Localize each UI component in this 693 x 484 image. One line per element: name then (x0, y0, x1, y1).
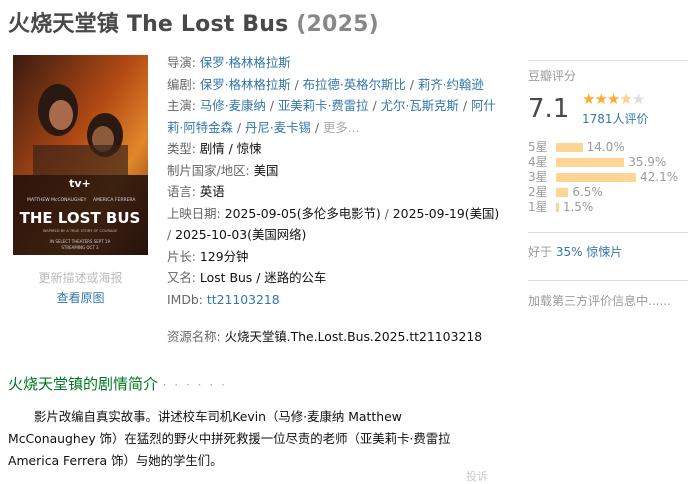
resource-row: 资源名称: 火烧天堂镇.The.Lost.Bus.2025.tt21103218 (167, 327, 482, 345)
movie-poster[interactable]: tv+ MATTHEW McCONAUGHEY AMERICA FERRERA … (13, 55, 148, 255)
better-than: 好于 35% 惊悚片 (528, 245, 623, 259)
language-label: 语言: (167, 184, 196, 199)
rating-divider (528, 60, 688, 61)
country-value: 美国 (253, 162, 279, 178)
cast-link[interactable]: 马修·麦康纳 (200, 98, 266, 113)
aka-row: 又名: Lost Bus / 迷路的公车 (167, 267, 507, 289)
release-date: 2025-10-03(美国网络) (175, 227, 307, 242)
cast-link[interactable]: 尤尔·瓦斯克斯 (381, 98, 459, 113)
imdb-label: IMDb: (167, 291, 203, 307)
runtime-row: 片长: 129分钟 (167, 246, 507, 268)
rating-bar-row: 3星 42.1% (528, 170, 679, 184)
cast-label: 主演: (167, 98, 196, 113)
release-row: 上映日期: 2025-09-05(多伦多电影节) / 2025-09-19(美国… (167, 205, 500, 243)
rating-bar (556, 158, 625, 167)
genre-label: 类型: (167, 141, 196, 156)
third-party-loading: 加载第三方评价信息中...... (528, 294, 671, 308)
genre-row: 类型: 剧情 / 惊悚 (167, 138, 507, 160)
genre-value: 剧情 / 惊悚 (199, 141, 262, 156)
rating-label: 豆瓣评分 (528, 69, 577, 83)
poster-brand: tv+ (69, 177, 91, 190)
rating-bar-row: 5星 14.0% (528, 140, 625, 154)
poster-release-2: STREAMING OCT 3 (61, 245, 99, 250)
writer-link[interactable]: 布拉德·英格尔斯比 (303, 77, 406, 92)
release-date: 2025-09-05(多伦多电影节) (224, 205, 381, 221)
rating-panel: 豆瓣评分 7.1 ★★★★★ 1781人评价 5星 14.0% 4星 35.9% 3… (528, 60, 688, 308)
rating-bar-row: 4星 35.9% (528, 155, 667, 169)
resource-label: 资源名称: (167, 329, 221, 344)
director-link[interactable]: 保罗·格林格拉斯 (200, 55, 291, 70)
resource-value: 火烧天堂镇.The.Lost.Bus.2025.tt21103218 (224, 329, 483, 344)
writer-label: 编剧: (167, 76, 196, 92)
aka-value: Lost Bus / 迷路的公车 (199, 270, 327, 285)
cast-link[interactable]: 亚美莉卡·费雷拉 (278, 98, 369, 113)
rating-bar-row: 1星 1.5% (528, 200, 594, 214)
rating-bar (556, 203, 559, 212)
release-date: 2025-09-19(美国) (392, 205, 500, 221)
rating-bar (556, 188, 569, 197)
rating-bar-row: 2星 6.5% (528, 185, 603, 199)
view-original-link[interactable]: 查看原图 (13, 288, 148, 308)
writer-link[interactable]: 莉齐·约翰逊 (418, 77, 484, 92)
runtime-value: 129分钟 (199, 248, 249, 264)
writer-row: 编剧: 保罗·格林格拉斯 / 布拉德·英格尔斯比 / 莉齐·约翰逊 (167, 76, 484, 92)
imdb-link[interactable]: tt21103218 (207, 292, 280, 307)
rating-score: 7.1 (528, 94, 570, 124)
rating-stars: ★★★★★ (582, 90, 645, 108)
language-row: 语言: 英语 (167, 181, 507, 203)
director-row: 导演: 保罗·格林格拉斯 (167, 52, 507, 74)
director-label: 导演: (167, 55, 196, 70)
movie-year: (2025) (296, 12, 379, 37)
star-empty-icon: ★ (631, 90, 645, 108)
poster-links: 更新描述或海报 查看原图 (13, 268, 148, 308)
summary-heading: 火烧天堂镇的剧情简介 · · · · · · (8, 375, 227, 393)
star-full-icon: ★★★ (582, 90, 620, 108)
page-title: 火烧天堂镇 The Lost Bus (2025) (8, 6, 379, 38)
imdb-row: IMDb: tt21103218 (167, 289, 507, 311)
movie-info: 导演: 保罗·格林格拉斯 编剧: 保罗·格林格拉斯 / 布拉德·英格尔斯比 / … (167, 52, 507, 310)
writer-link[interactable]: 保罗·格林格拉斯 (200, 77, 291, 92)
language-value: 英语 (199, 184, 225, 199)
rating-bar (556, 143, 583, 152)
rating-breakdown: 5星 14.0% 4星 35.9% 3星 42.1% 2星 6.5% 1星 1.5% (528, 140, 678, 215)
summary-dots: · · · · · · (162, 378, 227, 392)
better-pct-link[interactable]: 35% (556, 245, 583, 259)
aka-label: 又名: (167, 270, 196, 285)
summary-text: 影片改编自真实故事。讲述校车司机Kevin（马修·麦康纳 Matthew McC… (8, 409, 451, 468)
cast-more-link[interactable]: 更多... (323, 120, 360, 135)
rating-divider (528, 232, 688, 233)
cast-link[interactable]: 丹尼·麦卡锡 (245, 120, 311, 135)
report-link[interactable]: 投诉 (466, 468, 488, 484)
country-row: 制片国家/地区: 美国 (167, 160, 507, 182)
rating-bar (556, 173, 636, 182)
runtime-label: 片长: (167, 248, 196, 264)
country-label: 制片国家/地区: (167, 162, 250, 178)
update-poster-link[interactable]: 更新描述或海报 (13, 268, 148, 288)
rating-divider (528, 280, 688, 281)
cast-row: 主演: 马修·麦康纳 / 亚美莉卡·费雷拉 / 尤尔·瓦斯克斯 / 阿什莉·阿特… (167, 98, 496, 135)
rating-count-link[interactable]: 1781人评价 (582, 110, 649, 127)
poster-cast-left: MATTHEW McCONAUGHEY (27, 197, 87, 203)
poster-cast-right: AMERICA FERRERA (93, 197, 136, 203)
star-half-icon: ★ (619, 90, 632, 108)
poster-tagline: INSPIRED BY A TRUE STORY OF COURAGE (43, 229, 118, 233)
better-genre-link[interactable]: 惊悚片 (586, 245, 622, 259)
poster-release-1: IN SELECT THEATERS SEPT 19 (50, 239, 110, 244)
movie-name: 火烧天堂镇 The Lost Bus (8, 12, 289, 37)
poster-movie-title: THE LOST BUS (20, 209, 141, 227)
release-label: 上映日期: (167, 205, 221, 221)
